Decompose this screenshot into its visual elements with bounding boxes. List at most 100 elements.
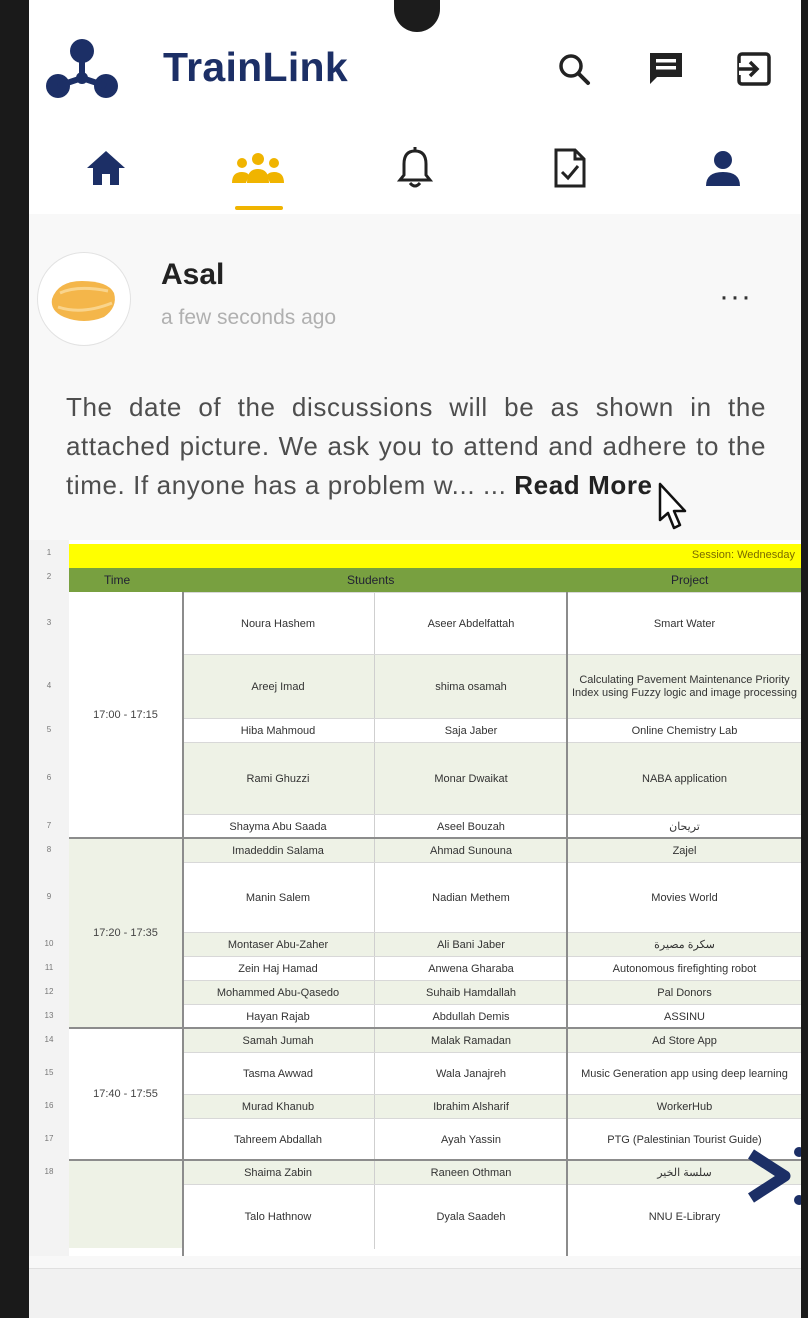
project-cell: NABA application xyxy=(566,743,801,815)
post-menu-button[interactable]: ··· xyxy=(719,280,752,314)
tab-tasks[interactable] xyxy=(525,136,615,200)
messages-button[interactable] xyxy=(645,48,687,90)
project-cell: Calculating Pavement Maintenance Priorit… xyxy=(566,655,801,719)
chevron-right-icon xyxy=(748,1149,791,1203)
student-cell: Saja Jaber xyxy=(374,719,567,743)
post-card: Asal a few seconds ago ··· The date of t… xyxy=(29,214,801,1274)
tab-bar xyxy=(29,118,801,215)
mouse-cursor-icon xyxy=(658,482,687,530)
row-number: 12 xyxy=(44,987,54,996)
search-icon xyxy=(559,54,590,85)
project-cell: WorkerHub xyxy=(566,1095,801,1119)
feed[interactable]: Asal a few seconds ago ··· The date of t… xyxy=(29,214,801,1318)
group-separator xyxy=(69,1159,801,1161)
project-cell: تريحان xyxy=(566,815,801,839)
project-cell: Zajel xyxy=(566,839,801,863)
project-cell: Smart Water xyxy=(566,593,801,655)
tab-notifications[interactable] xyxy=(370,136,460,200)
student-cell: Raneen Othman xyxy=(374,1161,567,1185)
row-number: 16 xyxy=(44,1101,54,1110)
read-more-link[interactable]: Read More xyxy=(514,470,652,500)
bottom-divider xyxy=(29,1268,801,1318)
column-divider xyxy=(566,592,568,1256)
row-number: 8 xyxy=(46,845,52,854)
student-cell: Shaima Zabin xyxy=(244,1166,312,1179)
student-cell: Montaser Abu-Zaher xyxy=(227,938,329,951)
row-number: 11 xyxy=(44,963,54,972)
home-icon xyxy=(87,151,125,185)
next-image-button[interactable] xyxy=(745,1146,801,1206)
table-row: Tahreem Abdallah Ayah Yassin PTG (Palestin… xyxy=(182,1118,801,1161)
student-cell: Ibrahim Alsharif xyxy=(374,1095,567,1119)
group-icon xyxy=(232,153,284,183)
table-row: Mohammed Abu-Qasedo Suhaib Hamdallah Pal D… xyxy=(182,980,801,1005)
row-number: 14 xyxy=(44,1035,54,1044)
project-cell: سكرة مصيرة xyxy=(566,933,801,957)
time-slot: 17:20 - 17:35 xyxy=(69,838,182,1028)
avatar[interactable] xyxy=(37,252,131,346)
student-cell: Rami Ghuzzi xyxy=(246,772,310,785)
table-row: Hayan Rajab Abdullah Demis ASSINU xyxy=(182,1004,801,1029)
project-cell: Music Generation app using deep learning xyxy=(566,1053,801,1095)
tab-profile[interactable] xyxy=(678,136,768,200)
student-cell: Malak Ramadan xyxy=(374,1029,567,1053)
student-cell: Tasma Awwad xyxy=(242,1067,314,1080)
session-label: Session: Wednesday xyxy=(691,549,795,561)
row-number: 3 xyxy=(46,618,52,627)
student-cell: Nadian Methem xyxy=(374,863,567,933)
table-row: Shayma Abu Saada Aseel Bouzah تريحان xyxy=(182,814,801,839)
chat-icon xyxy=(650,53,682,84)
table-row: Shaima Zabin Raneen Othman سلسة الخير xyxy=(182,1160,801,1185)
student-cell: Aseel Bouzah xyxy=(374,815,567,839)
student-cell: Murad Khanub xyxy=(241,1100,315,1113)
student-cell: Zein Haj Hamad xyxy=(238,962,318,975)
time-slot: 17:00 - 17:15 xyxy=(69,592,182,838)
student-cell: Areej Imad xyxy=(251,680,305,693)
post-author[interactable]: Asal xyxy=(161,258,224,292)
camera-notch xyxy=(394,0,440,32)
row-number: 10 xyxy=(44,939,54,948)
student-cell: Shayma Abu Saada xyxy=(229,820,327,833)
student-cell: Hiba Mahmoud xyxy=(240,724,316,737)
column-time: Time xyxy=(104,573,131,587)
tab-home[interactable] xyxy=(61,136,151,200)
project-cell: Movies World xyxy=(566,863,801,933)
column-students: Students xyxy=(347,573,395,587)
table-row: Hiba Mahmoud Saja Jaber Online Chemistry L… xyxy=(182,718,801,743)
project-cell: Autonomous firefighting robot xyxy=(566,957,801,981)
active-tab-indicator xyxy=(235,206,283,210)
phone-screen: TrainLink Asal a few seconds ago ··· The… xyxy=(29,0,801,1318)
student-cell: Dyala Saadeh xyxy=(374,1185,567,1249)
row-number: 17 xyxy=(44,1134,54,1143)
logout-button[interactable] xyxy=(733,48,775,90)
sheet-session-header: Session: Wednesday xyxy=(69,544,801,568)
row-number: 7 xyxy=(46,821,52,830)
document-check-icon xyxy=(554,148,586,188)
sheet-column-header: Time Students Project xyxy=(69,568,801,592)
time-slot xyxy=(69,1160,182,1248)
project-cell: Ad Store App xyxy=(566,1029,801,1053)
attached-schedule-image[interactable]: 1 2 3 4 5 6 7 8 9 10 11 12 13 14 15 16 17 18 Session: Wed… xyxy=(29,540,801,1256)
student-cell: Ali Bani Jaber xyxy=(374,933,567,957)
table-row: Areej Imad shima osamah Calculating Paveme… xyxy=(182,654,801,719)
row-number-column: 1 2 3 4 5 6 7 8 9 10 11 12 13 14 15 16 17 18 xyxy=(29,540,69,1256)
student-cell: Anwena Gharaba xyxy=(374,957,567,981)
group-separator xyxy=(69,837,801,839)
student-cell: Talo Hathnow xyxy=(244,1210,312,1223)
student-cell: Imadeddin Salama xyxy=(232,844,324,857)
row-number: 9 xyxy=(46,892,52,901)
row-number: 13 xyxy=(44,1011,54,1020)
student-cell: Mohammed Abu-Qasedo xyxy=(216,986,340,999)
table-row: Talo Hathnow Dyala Saadeh NNU E-Library xyxy=(182,1184,801,1249)
student-cell: shima osamah xyxy=(374,655,567,719)
avatar-image-icon xyxy=(51,281,115,321)
project-cell: Online Chemistry Lab xyxy=(566,719,801,743)
student-cell: Abdullah Demis xyxy=(374,1005,567,1029)
column-divider xyxy=(182,592,184,1256)
project-cell: Pal Donors xyxy=(566,981,801,1005)
table-row: Samah Jumah Malak Ramadan Ad Store App xyxy=(182,1028,801,1053)
student-cell: Manin Salem xyxy=(245,891,311,904)
tab-groups[interactable] xyxy=(213,136,303,200)
student-cell: Ahmad Sunouna xyxy=(374,839,567,863)
search-button[interactable] xyxy=(553,48,595,90)
